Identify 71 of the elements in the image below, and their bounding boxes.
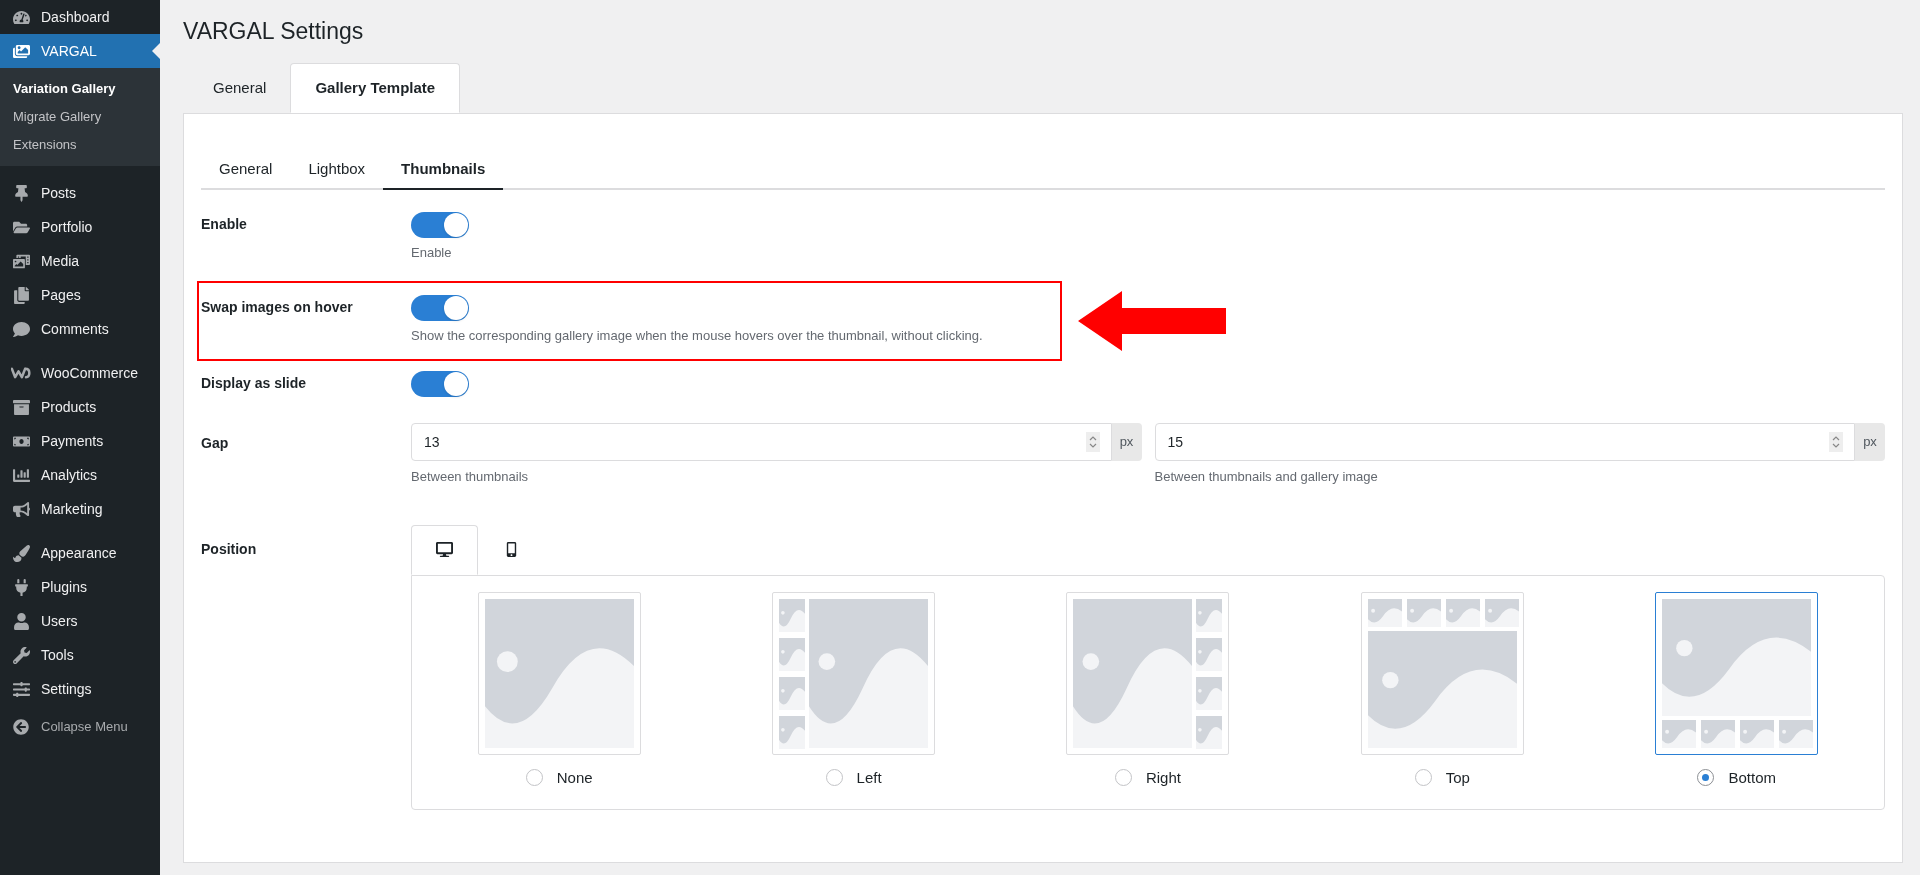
- toggle-switch[interactable]: [411, 371, 469, 397]
- sidebar-item[interactable]: Settings: [0, 672, 160, 706]
- sidebar-item[interactable]: Comments: [0, 312, 160, 346]
- comment-icon: [11, 320, 31, 338]
- gauge-icon: [11, 8, 31, 26]
- sidebar-item[interactable]: Users: [0, 604, 160, 638]
- sidebar-item[interactable]: Posts: [0, 176, 160, 210]
- collapse-menu-button[interactable]: Collapse Menu: [0, 710, 160, 744]
- current-pointer: [152, 43, 160, 59]
- monitor-icon: [436, 541, 453, 558]
- subtab[interactable]: General: [201, 150, 291, 190]
- wrench-icon: [11, 646, 31, 664]
- unit-label: px: [1111, 423, 1142, 461]
- brush-icon: [11, 544, 31, 562]
- subtab[interactable]: Lightbox: [290, 150, 384, 190]
- subtab[interactable]: Thumbnails: [383, 150, 504, 190]
- megaphone-icon: [11, 500, 31, 518]
- sidebar-item[interactable]: Marketing: [0, 492, 160, 526]
- sidebar-item[interactable]: Pages: [0, 278, 160, 312]
- device-tab[interactable]: [411, 524, 478, 575]
- number-field[interactable]: 15: [1154, 423, 1855, 461]
- setting-label: Display as slide: [201, 374, 308, 393]
- submenu-item[interactable]: Variation Gallery: [0, 75, 160, 103]
- radio-button[interactable]: [825, 769, 843, 787]
- number-field[interactable]: 13: [411, 423, 1112, 461]
- settings-tab[interactable]: Gallery Template: [290, 63, 461, 113]
- layout-label: Left: [856, 767, 882, 788]
- submenu-item[interactable]: Migrate Gallery: [0, 103, 160, 131]
- pages-icon: [11, 286, 31, 304]
- setting-label: Enable: [201, 215, 248, 234]
- setting-label: Swap images on hover: [201, 297, 354, 317]
- setting-label: Position: [201, 539, 258, 559]
- page-title: VARGAL Settings: [183, 17, 365, 46]
- toggle-switch[interactable]: [411, 212, 469, 238]
- layout-label: Right: [1145, 767, 1181, 788]
- smartphone-icon: [504, 542, 519, 557]
- sidebar-item[interactable]: Portfolio: [0, 210, 160, 244]
- spinner-icon[interactable]: [1829, 432, 1843, 452]
- user-icon: [11, 612, 31, 630]
- sidebar-item[interactable]: Dashboard: [0, 0, 160, 34]
- images-icon: [11, 42, 31, 60]
- setting-description: Enable: [411, 244, 453, 262]
- sidebar-item[interactable]: Plugins: [0, 570, 160, 604]
- sliders-icon: [11, 680, 31, 698]
- sidebar-item[interactable]: Analytics: [0, 458, 160, 492]
- sidebar-item[interactable]: Tools: [0, 638, 160, 672]
- unit-label: px: [1855, 423, 1885, 461]
- setting-description: Show the corresponding gallery image when the mouse hovers over the thumbnail, without clicking.: [411, 326, 983, 345]
- radio-button[interactable]: [1697, 769, 1715, 787]
- sidebar-item[interactable]: Payments: [0, 424, 160, 458]
- w-logo-icon: [11, 367, 31, 379]
- sidebar-item[interactable]: Products: [0, 390, 160, 424]
- layout-label: None: [556, 767, 593, 788]
- radio-button[interactable]: [525, 769, 543, 787]
- sidebar-item[interactable]: Media: [0, 244, 160, 278]
- settings-tab[interactable]: General: [189, 63, 291, 113]
- sidebar-item[interactable]: VARGAL: [0, 34, 160, 68]
- field-description: Between thumbnails and gallery image: [1154, 468, 1379, 486]
- sidebar-item[interactable]: Appearance: [0, 536, 160, 570]
- layout-label: Bottom: [1728, 767, 1776, 788]
- radio-button[interactable]: [1414, 769, 1432, 787]
- toggle-switch[interactable]: [411, 294, 469, 321]
- setting-label: Gap: [201, 434, 230, 453]
- field-description: Between thumbnails: [411, 468, 530, 486]
- radio-button[interactable]: [1114, 769, 1132, 787]
- media-icon: [11, 252, 31, 270]
- bar-chart-icon: [11, 466, 31, 484]
- submenu-item[interactable]: Extensions: [0, 131, 160, 159]
- sidebar-item[interactable]: WooCommerce: [0, 356, 160, 390]
- archive-icon: [11, 398, 31, 416]
- layout-label: Top: [1445, 767, 1470, 788]
